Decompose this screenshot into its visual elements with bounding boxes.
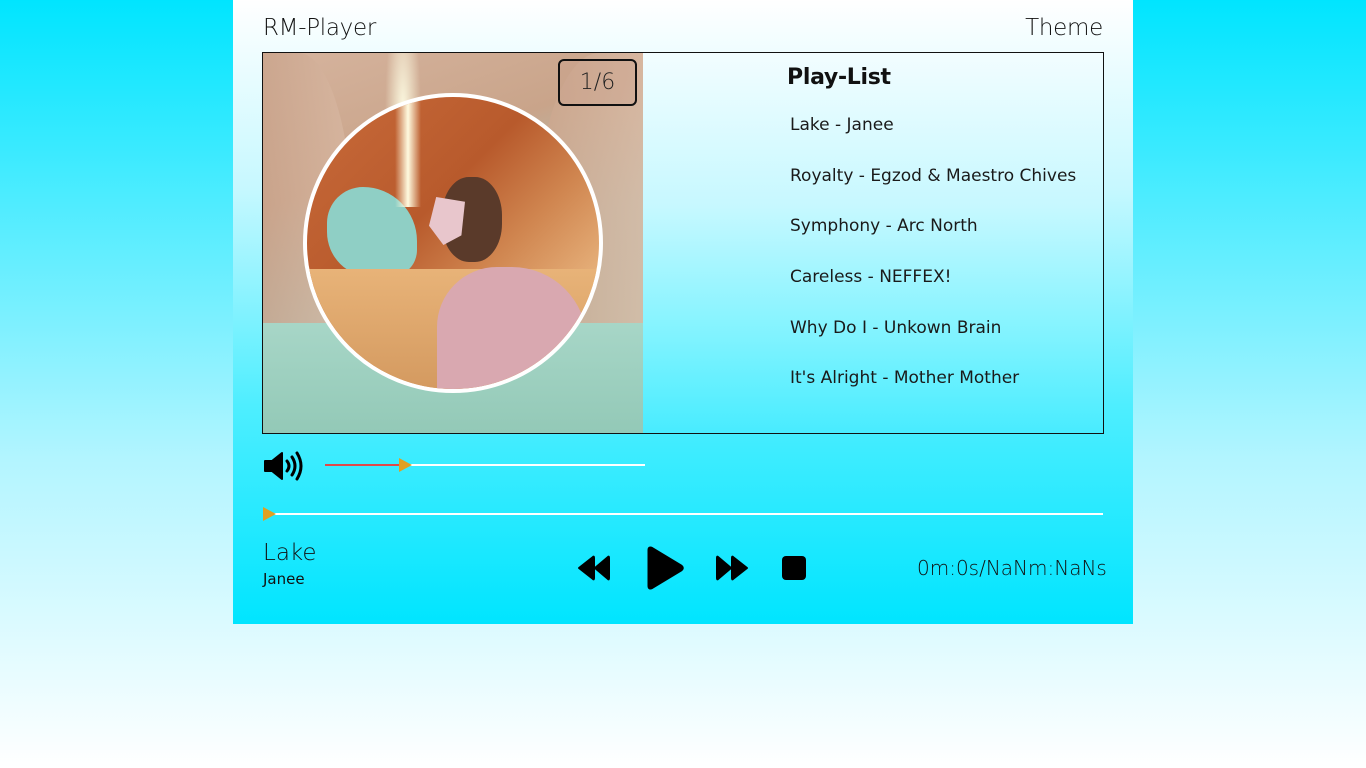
theme-button[interactable]: Theme [1025, 15, 1103, 41]
play-button[interactable] [645, 546, 685, 590]
fast-forward-icon [715, 554, 749, 582]
speaker-volume-icon[interactable] [263, 450, 305, 482]
main-panel: 1/6 Play-List Lake - Janee Royalty - Egz… [262, 52, 1104, 434]
app-title: RM-Player [263, 15, 376, 41]
volume-slider-fill [325, 464, 399, 466]
playlist-title: Play-List [787, 65, 891, 90]
now-playing-info: Lake Janee [263, 540, 317, 588]
progress-slider[interactable] [263, 507, 1103, 521]
playlist-panel: Play-List Lake - Janee Royalty - Egzod &… [643, 53, 1103, 433]
stop-button[interactable] [781, 555, 807, 581]
previous-button[interactable] [577, 554, 611, 582]
playback-controls [577, 544, 817, 592]
playlist-item[interactable]: Symphony - Arc North [790, 216, 1076, 267]
playlist-item[interactable]: Careless - NEFFEX! [790, 267, 1076, 318]
playlist-item[interactable]: It's Alright - Mother Mother [790, 368, 1076, 419]
volume-slider[interactable] [325, 458, 645, 472]
album-art-disc [303, 93, 603, 393]
album-cover-background: 1/6 [263, 53, 643, 433]
playlist-list: Lake - Janee Royalty - Egzod & Maestro C… [790, 115, 1076, 419]
rewind-icon [577, 554, 611, 582]
next-button[interactable] [715, 554, 749, 582]
volume-slider-thumb[interactable] [398, 458, 412, 472]
volume-control [263, 448, 663, 484]
play-icon [645, 546, 685, 590]
playlist-item[interactable]: Lake - Janee [790, 115, 1076, 166]
stop-icon [781, 555, 807, 581]
now-playing-artist: Janee [263, 570, 305, 588]
header: RM-Player Theme [263, 12, 1103, 44]
track-counter-badge: 1/6 [558, 59, 637, 106]
disc-art-light-beam [395, 97, 421, 207]
player-card: RM-Player Theme 1/6 Play-List Lake - Jan… [233, 0, 1133, 624]
playlist-item[interactable]: Why Do I - Unkown Brain [790, 318, 1076, 369]
now-playing-title: Lake [263, 540, 317, 566]
progress-slider-thumb[interactable] [263, 507, 276, 521]
time-display: 0m:0s/NaNm:NaNs [917, 556, 1107, 580]
playlist-item[interactable]: Royalty - Egzod & Maestro Chives [790, 166, 1076, 217]
progress-control [263, 505, 1103, 523]
